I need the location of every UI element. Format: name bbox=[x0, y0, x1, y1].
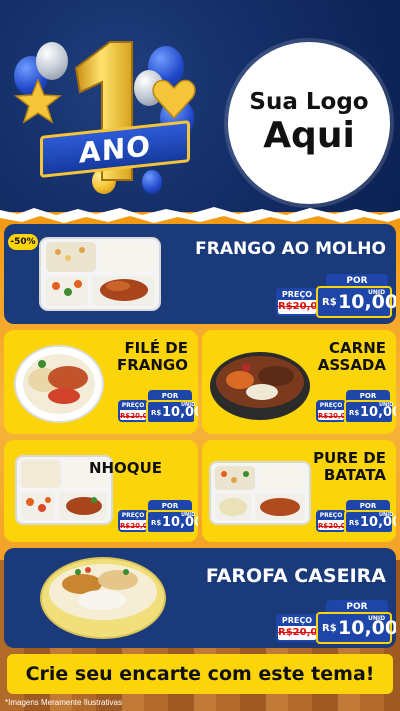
new-price: 10,00 bbox=[338, 291, 396, 313]
unit-label: UNID bbox=[379, 512, 394, 518]
unit-label: UNID bbox=[181, 402, 196, 408]
currency-label: R$ bbox=[322, 297, 337, 308]
preco-label: PREÇO bbox=[120, 512, 146, 520]
food-tray-image bbox=[209, 461, 311, 525]
product-name-line: ASSADA bbox=[317, 355, 386, 374]
product-name-line: FRANGO bbox=[116, 355, 188, 374]
new-price: 10,00 bbox=[338, 617, 396, 639]
product-name: CARNE ASSADA bbox=[318, 340, 386, 374]
old-price: R$20,00 bbox=[318, 522, 351, 530]
disclaimer-text: *Imagens Meramente Ilustrativas bbox=[5, 698, 122, 707]
product-name: FRANGO AO MOLHO bbox=[195, 239, 386, 259]
logo-line-1: Sua Logo bbox=[249, 89, 369, 115]
new-price-box: R$ 10,00 UNID bbox=[344, 400, 396, 424]
food-tray-image bbox=[39, 237, 161, 311]
currency-label: R$ bbox=[151, 519, 162, 527]
cta-banner[interactable]: Crie seu encarte com este tema! bbox=[7, 654, 393, 694]
star-icon bbox=[14, 78, 62, 124]
preco-label: PREÇO bbox=[318, 402, 344, 410]
old-price: R$20,00 bbox=[120, 412, 153, 420]
product-card[interactable]: FILÉ DE FRANGO POR PREÇO R$20,00 R$ 10,0… bbox=[4, 330, 198, 434]
old-price-box: PREÇO R$20,00 bbox=[316, 400, 351, 422]
product-name: FILÉ DE FRANGO bbox=[117, 340, 188, 374]
food-bowl-image bbox=[210, 352, 310, 420]
new-price-box: R$ 10,00 UNID bbox=[146, 510, 198, 534]
unit-label: UNID bbox=[368, 615, 386, 622]
old-price: R$20,00 bbox=[278, 627, 325, 638]
food-bowl-image bbox=[40, 557, 166, 639]
old-price: R$20,00 bbox=[318, 412, 351, 420]
product-name-line: FILÉ DE bbox=[124, 339, 188, 357]
unit-label: UNID bbox=[181, 512, 196, 518]
product-name: FAROFA CASEIRA bbox=[205, 565, 386, 587]
unit-label: UNID bbox=[379, 402, 394, 408]
old-price-box: PREÇO R$20,00 bbox=[118, 400, 153, 422]
currency-label: R$ bbox=[151, 409, 162, 417]
currency-label: R$ bbox=[322, 623, 337, 634]
heart-icon bbox=[152, 79, 196, 120]
product-name: PURE DE BATATA bbox=[313, 450, 386, 484]
balloon-icon bbox=[36, 42, 68, 80]
preco-label: PREÇO bbox=[278, 290, 316, 300]
product-name-line: BATATA bbox=[323, 465, 386, 484]
logo-line-2: Aqui bbox=[263, 115, 355, 156]
old-price-box: PREÇO R$20,00 bbox=[276, 614, 325, 642]
old-price: R$20,00 bbox=[120, 522, 153, 530]
product-name-line: FRANGO AO MOLHO bbox=[195, 239, 386, 259]
product-name-line: FAROFA CASEIRA bbox=[205, 565, 386, 587]
product-card[interactable]: PURE DE BATATA POR PREÇO R$20,00 R$ 10,0… bbox=[202, 440, 396, 542]
unit-label: UNID bbox=[368, 289, 386, 296]
product-card[interactable]: CARNE ASSADA POR PREÇO R$20,00 R$ 10,00 … bbox=[202, 330, 396, 434]
food-bowl-image bbox=[14, 345, 104, 423]
preco-label: PREÇO bbox=[278, 616, 316, 626]
currency-label: R$ bbox=[349, 409, 360, 417]
product-card[interactable]: FRANGO AO MOLHO POR PREÇO R$20,00 R$ 10,… bbox=[4, 224, 396, 324]
logo-placeholder: Sua Logo Aqui bbox=[228, 42, 390, 204]
new-price-box: R$ 10,00 UNID bbox=[344, 510, 396, 534]
product-card[interactable]: NHOQUE POR PREÇO R$20,00 R$ 10,00 UNID bbox=[4, 440, 198, 542]
product-name: NHOQUE bbox=[89, 460, 162, 477]
balloon-icon bbox=[142, 170, 162, 194]
discount-badge: -50% bbox=[8, 234, 38, 250]
old-price-box: PREÇO R$20,00 bbox=[316, 510, 351, 532]
new-price-box: R$ 10,00 UNID bbox=[146, 400, 198, 424]
preco-label: PREÇO bbox=[120, 402, 146, 410]
new-price-box: R$ 10,00 UNID bbox=[316, 612, 396, 644]
old-price-box: PREÇO R$20,00 bbox=[118, 510, 153, 532]
old-price: R$20,00 bbox=[278, 301, 325, 312]
product-name-line: NHOQUE bbox=[88, 459, 162, 477]
currency-label: R$ bbox=[349, 519, 360, 527]
old-price-box: PREÇO R$20,00 bbox=[276, 288, 325, 316]
product-card[interactable]: FAROFA CASEIRA POR PREÇO R$20,00 R$ 10,0… bbox=[4, 548, 396, 648]
preco-label: PREÇO bbox=[318, 512, 344, 520]
new-price-box: R$ 10,00 UNID bbox=[316, 286, 396, 318]
product-name-line: PURE DE bbox=[313, 449, 386, 467]
anniversary-label: ANO bbox=[79, 128, 151, 170]
product-name-line: CARNE bbox=[329, 339, 386, 357]
